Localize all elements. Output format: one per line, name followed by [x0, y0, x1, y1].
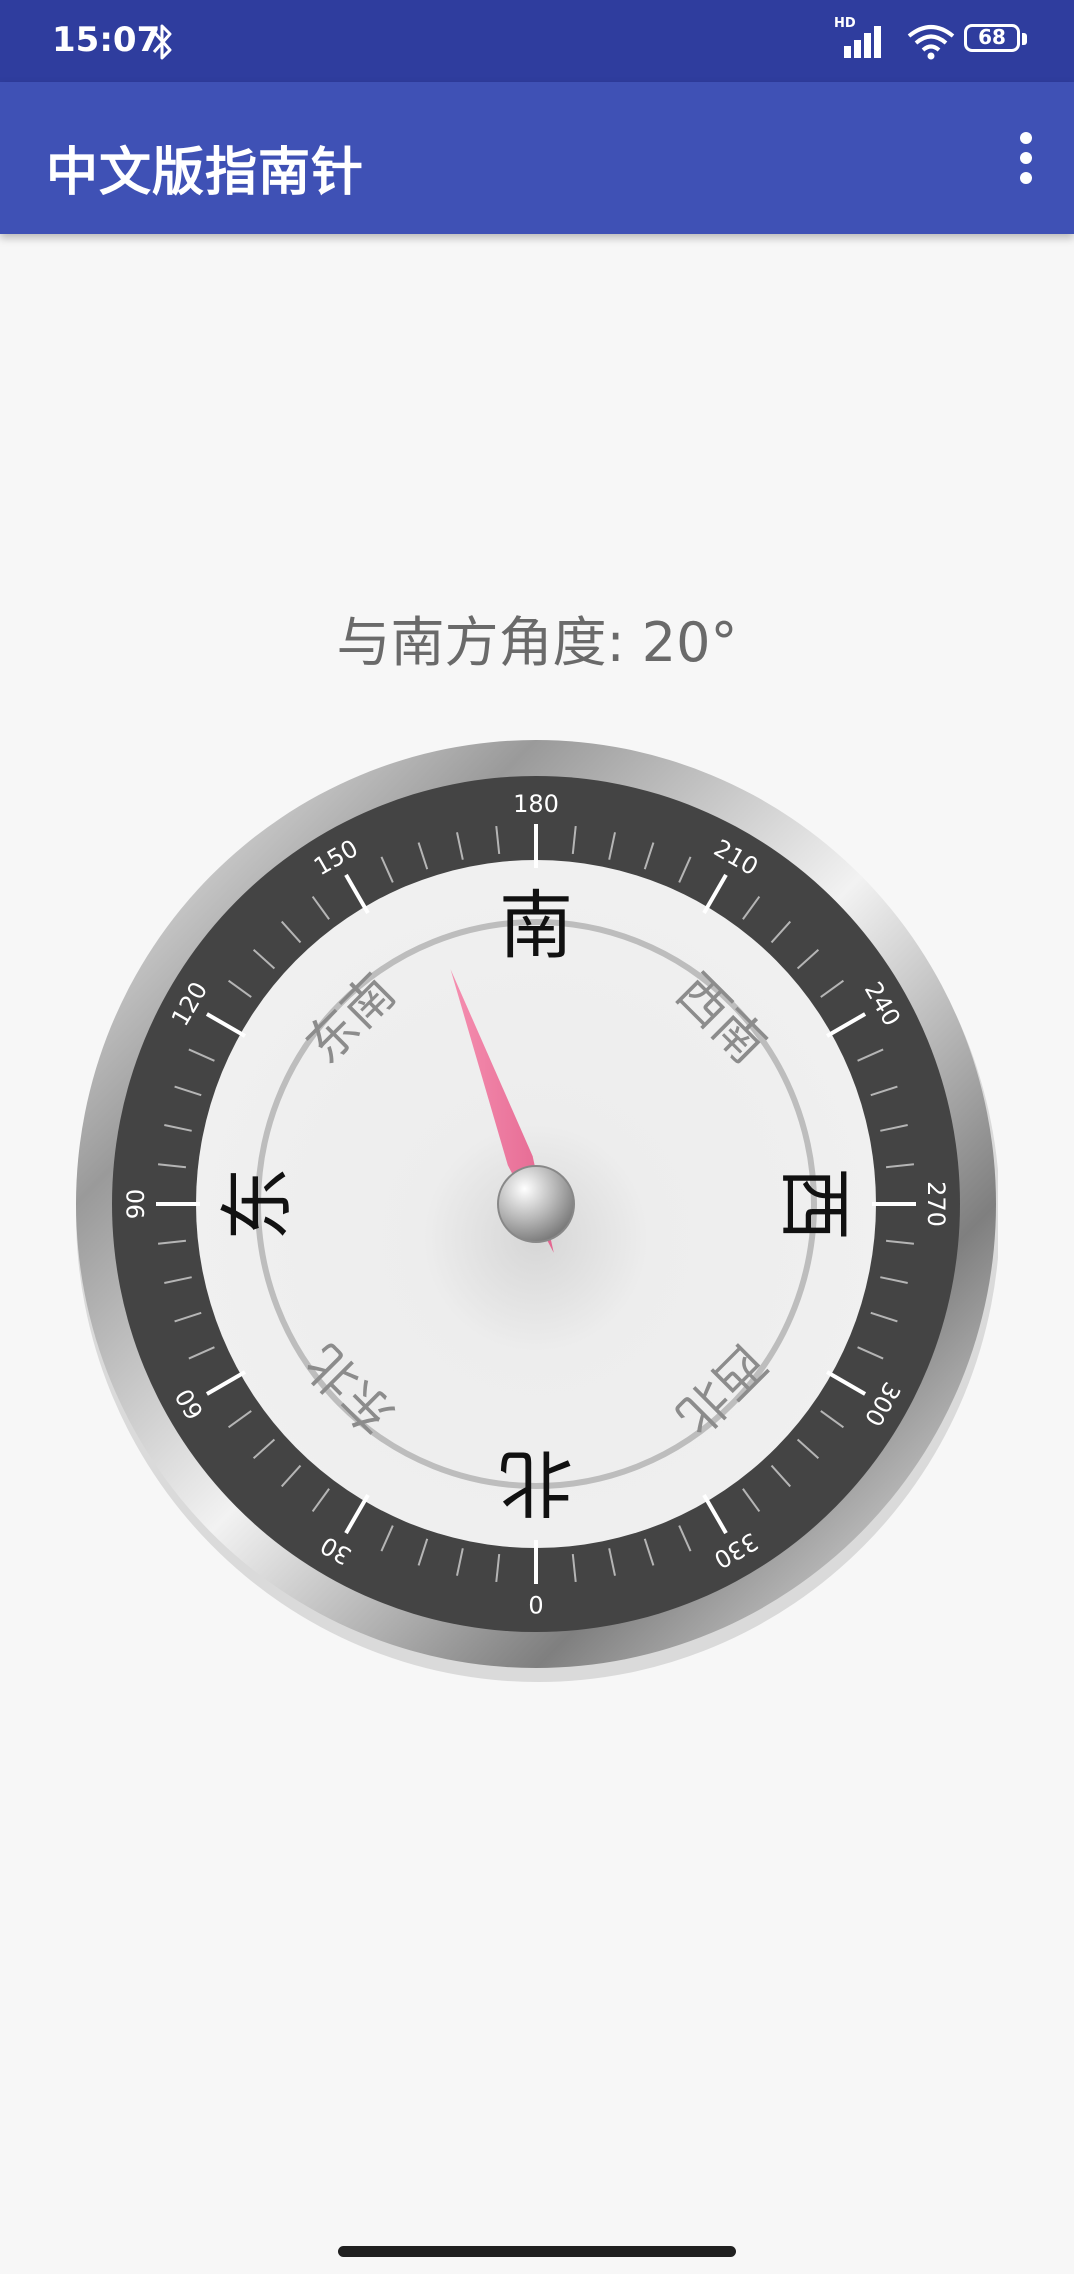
battery-level: 68 [978, 25, 1006, 49]
degree-label-0: 0 [528, 1590, 543, 1618]
status-time: 15:07 [52, 20, 161, 60]
degree-label-270: 270 [922, 1181, 950, 1227]
needle-cap [497, 1165, 575, 1243]
bluetooth-icon [152, 24, 172, 60]
wifi-icon [907, 25, 955, 60]
signal-icon [844, 26, 881, 58]
degree-label-180: 180 [513, 790, 559, 818]
direction-label-south: 南 [499, 883, 573, 969]
compass-dial: 0306090120150180210240270300330 北东南西东北东南… [76, 740, 998, 1682]
status-bar: 15:07 HD 68 [0, 0, 1074, 82]
gesture-nav-handle[interactable] [338, 2246, 736, 2257]
battery-icon: 68 [964, 24, 1027, 56]
app-title: 中文版指南针 [46, 143, 365, 203]
direction-label-north: 北 [499, 1439, 573, 1525]
angle-reading: 与南方角度: 20° [336, 611, 738, 674]
direction-label-east: 东 [215, 1167, 301, 1241]
more-vert-icon[interactable] [1018, 132, 1034, 184]
degree-label-90: 90 [122, 1189, 150, 1220]
app-bar: 中文版指南针 [0, 82, 1074, 234]
direction-label-west: 西 [771, 1167, 857, 1241]
